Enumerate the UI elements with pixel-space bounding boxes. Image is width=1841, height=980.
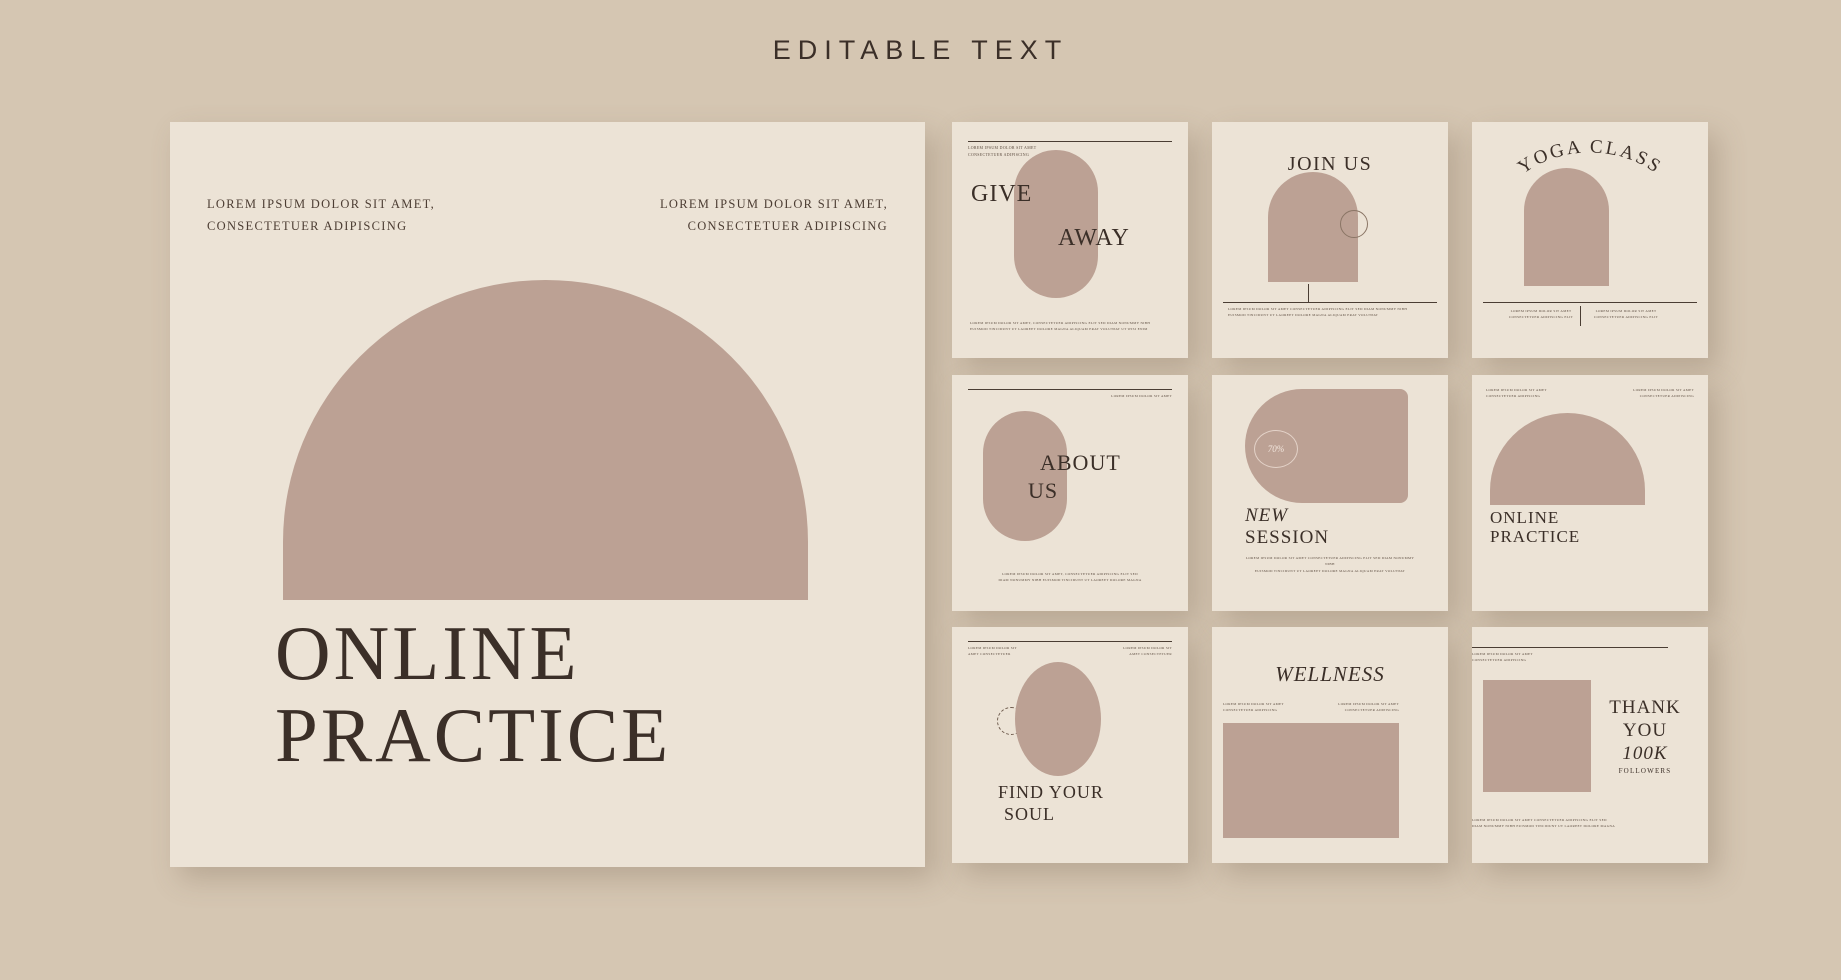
top-note-left-line2: CONSECTETUER ADIPISCING — [1486, 394, 1541, 399]
card-wellness-note-left: LOREM IPSUM DOLOR SIT AMET CONSECTETUER … — [1223, 701, 1313, 714]
card-thank-you-bottom-note: LOREM IPSUM DOLOR SIT AMET CONSECTETUER … — [1472, 817, 1652, 830]
card-thank-you[interactable]: LOREM IPSUM DOLOR SIT AMET CONSECTETUER … — [1472, 627, 1708, 863]
card-give-away-top-note: LOREM IPSUM DOLOR SIT AMET CONSECTETUER … — [968, 145, 1036, 159]
bottom-note-line2: EUISMOD TINCIDUNT UT LAOREET DOLORE MAGN… — [1228, 313, 1379, 318]
card-thank-you-top-note: LOREM IPSUM DOLOR SIT AMET CONSECTETUER … — [1472, 651, 1582, 664]
card-new-session-headline-1: NEW — [1245, 505, 1289, 526]
card-thank-you-headline-2: YOU — [1622, 720, 1668, 741]
card-new-session-bottom-note: LOREM IPSUM DOLOR SIT AMET CONSECTETUER … — [1242, 555, 1418, 574]
card-wellness[interactable]: WELLNESS LOREM IPSUM DOLOR SIT AMET CONS… — [1212, 627, 1448, 863]
card-yoga-class-note-right: LOREM IPSUM DOLOR SIT AMET CONSECTETUER … — [1590, 308, 1662, 321]
ellipse-shape — [1015, 662, 1101, 776]
hero-title: ONLINE PRACTICE — [275, 612, 671, 777]
card-find-your-soul-headline-1: FIND YOUR — [998, 782, 1104, 802]
hero-kicker-left: LOREM IPSUM DOLOR SIT AMET, CONSECTETUER… — [207, 194, 435, 238]
card-join-us-headline: JOIN US — [1287, 153, 1373, 175]
card-give-away-headline-2: AWAY — [1058, 225, 1130, 251]
card-about-us-headline-1: ABOUT — [1040, 450, 1121, 475]
card-find-your-soul-top-note-left: LOREM IPSUM DOLOR SIT AMET CONSECTETUER — [968, 645, 1058, 658]
card-thank-you-headline-3: 100K — [1622, 743, 1668, 764]
card-thank-you-headline-1: THANK — [1609, 697, 1681, 718]
note-right-line2: CONSECTETUER ADIPISCING ELIT — [1593, 315, 1659, 320]
rectangle-shape — [1483, 680, 1591, 792]
note-left-line2: CONSECTETUER ADIPISCING — [1223, 708, 1278, 713]
divider-vertical — [1308, 284, 1309, 302]
note-left-line2: CONSECTETUER ADIPISCING ELIT — [1508, 315, 1574, 320]
top-note-right-line2: AMET CONSECTETUER — [1129, 652, 1172, 657]
card-yoga-class-note-left: LOREM IPSUM DOLOR SIT AMET CONSECTETUER … — [1508, 308, 1574, 321]
divider-horizontal — [1483, 302, 1697, 303]
hero-kicker-left-line1: LOREM IPSUM DOLOR SIT AMET, — [207, 197, 436, 211]
bottom-note-line1: LOREM IPSUM DOLOR SIT AMET CONSECTETUER … — [1245, 556, 1415, 567]
card-online-practice-top-note-right: LOREM IPSUM DOLOR SIT AMET CONSECTETUER … — [1604, 387, 1694, 400]
card-about-us[interactable]: LOREM IPSUM DOLOR SIT AMET ABOUT US LORE… — [952, 375, 1188, 611]
hero-kicker-right: LOREM IPSUM DOLOR SIT AMET, CONSECTETUER… — [660, 194, 888, 238]
card-online-practice-top-note-left: LOREM IPSUM DOLOR SIT AMET CONSECTETUER … — [1486, 387, 1576, 400]
card-yoga-class[interactable]: YOGA CLASS LOREM IPSUM DOLOR SIT AMET CO… — [1472, 122, 1708, 358]
card-wellness-headline: WELLNESS — [1275, 662, 1385, 686]
card-give-away-bottom-note: LOREM IPSUM DOLOR SIT AMET, CONSECTETUER… — [970, 320, 1170, 333]
bottom-note-line2: EUISMOD TINCIDUNT UT LAOREET DOLORE MAGN… — [1254, 568, 1406, 573]
hero-kicker-left-line2: CONSECTETUER ADIPISCING — [207, 218, 408, 233]
top-note-left-line2: AMET CONSECTETUER — [968, 652, 1011, 657]
top-note-right-line2: CONSECTETUER ADIPISCING — [1639, 394, 1694, 399]
hero-kicker-right-line1: LOREM IPSUM DOLOR SIT AMET, — [659, 197, 888, 211]
top-note-line2: CONSECTETUER ADIPISCING — [968, 153, 1030, 158]
card-join-us-bottom-note: LOREM IPSUM DOLOR SIT AMET CONSECTETUER … — [1228, 306, 1428, 319]
circle-outline-icon — [1340, 210, 1368, 238]
hero-kicker-right-line2: CONSECTETUER ADIPISCING — [687, 218, 888, 233]
card-give-away-headline-1: GIVE — [971, 181, 1033, 207]
top-note-line1: LOREM IPSUM DOLOR SIT AMET — [1111, 394, 1172, 398]
top-note-line1: LOREM IPSUM DOLOR SIT AMET — [968, 146, 1037, 150]
card-new-session[interactable]: 70% NEW SESSION LOREM IPSUM DOLOR SIT AM… — [1212, 375, 1448, 611]
svg-text:YOGA CLASS: YOGA CLASS — [1514, 140, 1666, 178]
hero-title-line2: PRACTICE — [275, 692, 672, 779]
divider-top — [968, 389, 1172, 390]
oval-shape — [983, 411, 1067, 541]
card-online-practice[interactable]: LOREM IPSUM DOLOR SIT AMET CONSECTETUER … — [1472, 375, 1708, 611]
card-join-us[interactable]: JOIN US LOREM IPSUM DOLOR SIT AMET CONSE… — [1212, 122, 1448, 358]
hero-title-line1: ONLINE — [275, 610, 580, 696]
top-note-line2: CONSECTETUER ADIPISCING — [1472, 658, 1527, 663]
divider-top — [1472, 647, 1668, 648]
card-wellness-note-right: LOREM IPSUM DOLOR SIT AMET CONSECTETUER … — [1309, 701, 1399, 714]
oval-shape — [1014, 150, 1098, 298]
card-thank-you-subline: FOLLOWERS — [1618, 767, 1672, 775]
bottom-note-line2: DIAM NONUMMY NIBH EUISMOD TINCIDUNT UT L… — [998, 578, 1142, 583]
card-online-practice-headline-1: ONLINE — [1490, 508, 1560, 527]
page-title: EDITABLE TEXT — [772, 35, 1069, 65]
card-about-us-bottom-note: LOREM IPSUM DOLOR SIT AMET, CONSECTETUER… — [982, 571, 1158, 584]
discount-badge-value: 70% — [1267, 444, 1285, 454]
divider-vertical — [1580, 306, 1581, 326]
hero-dome-shape — [283, 280, 808, 600]
arch-shape — [1524, 168, 1609, 286]
bottom-note-line2: DIAM NONUMMY NIBH EUISMOD TINCIDUNT UT L… — [1472, 824, 1616, 829]
card-find-your-soul[interactable]: LOREM IPSUM DOLOR SIT AMET CONSECTETUER … — [952, 627, 1188, 863]
divider-top — [968, 641, 1172, 642]
card-about-us-headline-2: US — [1028, 478, 1059, 503]
card-find-your-soul-top-note-right: LOREM IPSUM DOLOR SIT AMET CONSECTETUER — [1082, 645, 1172, 658]
divider-horizontal — [1223, 302, 1437, 303]
card-find-your-soul-headline-2: SOUL — [1004, 804, 1056, 824]
rectangle-shape — [1223, 723, 1399, 838]
card-give-away[interactable]: LOREM IPSUM DOLOR SIT AMET CONSECTETUER … — [952, 122, 1188, 358]
discount-badge: 70% — [1254, 430, 1298, 468]
card-online-practice-headline-2: PRACTICE — [1490, 527, 1581, 546]
note-right-line2: CONSECTETUER ADIPISCING — [1344, 708, 1399, 713]
card-new-session-headline-2: SESSION — [1245, 527, 1330, 548]
dome-shape — [1490, 413, 1645, 505]
hero-card-online-practice[interactable]: LOREM IPSUM DOLOR SIT AMET, CONSECTETUER… — [170, 122, 925, 867]
card-about-us-top-note: LOREM IPSUM DOLOR SIT AMET — [1072, 393, 1172, 399]
bottom-note-line2: EUISMOD TINCIDUNT UT LAOREET DOLORE MAGN… — [970, 327, 1148, 332]
divider-top — [968, 141, 1172, 142]
